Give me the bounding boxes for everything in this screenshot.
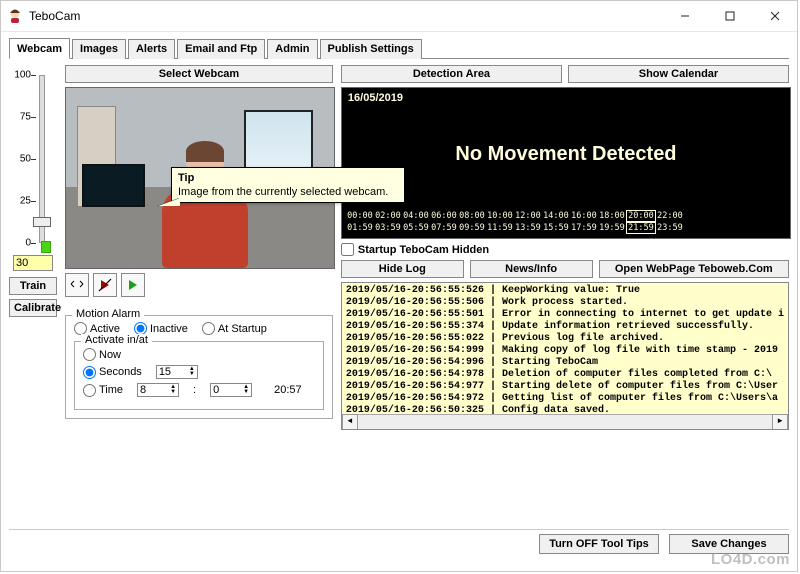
bottom-bar: Turn OFF Tool Tips Save Changes (9, 529, 789, 554)
tab-publish[interactable]: Publish Settings (320, 39, 422, 59)
tooltip: Tip Image from the currently selected we… (171, 167, 405, 203)
save-changes-button[interactable]: Save Changes (669, 534, 789, 554)
titlebar: TeboCam (1, 1, 797, 32)
slider-label-100: 100 (9, 70, 31, 81)
show-calendar-button[interactable]: Show Calendar (568, 65, 789, 83)
tooltip-title: Tip (178, 172, 398, 184)
app-icon (7, 8, 23, 24)
detection-area-button[interactable]: Detection Area (341, 65, 562, 83)
news-info-button[interactable]: News/Info (470, 260, 593, 278)
tab-webcam[interactable]: Webcam (9, 38, 70, 59)
close-button[interactable] (752, 1, 797, 31)
hide-log-button[interactable]: Hide Log (341, 260, 464, 278)
slider-label-25: 25 (9, 196, 31, 207)
tab-admin[interactable]: Admin (267, 39, 317, 59)
detection-panel[interactable]: 16/05/2019 No Movement Detected 00:0002:… (341, 87, 791, 239)
tab-alerts[interactable]: Alerts (128, 39, 175, 59)
window-title: TeboCam (29, 9, 662, 23)
log-scrollbar[interactable]: ◄ ► (342, 414, 788, 429)
time-min-spinner[interactable]: 0▲▼ (210, 383, 252, 397)
tab-email-ftp[interactable]: Email and Ftp (177, 39, 265, 59)
time-hour-spinner[interactable]: 8▲▼ (137, 383, 179, 397)
open-webpage-button[interactable]: Open WebPage Teboweb.Com (599, 260, 789, 278)
record-enabled-icon[interactable] (121, 273, 145, 297)
detection-date: 16/05/2019 (348, 92, 403, 104)
detection-message: No Movement Detected (342, 143, 790, 166)
motion-alarm-legend: Motion Alarm (72, 308, 144, 320)
expand-icon[interactable] (65, 273, 89, 297)
startup-hidden-checkbox[interactable]: Startup TeboCam Hidden (341, 243, 789, 256)
app-window: TeboCam Webcam Images Alerts Email and F… (0, 0, 798, 572)
tabs: Webcam Images Alerts Email and Ftp Admin… (9, 38, 789, 59)
threshold-slider[interactable]: 100 75 50 25 0 (9, 69, 57, 249)
radio-seconds[interactable]: Seconds (83, 366, 142, 379)
radio-now[interactable]: Now (83, 348, 121, 361)
scroll-left-icon[interactable]: ◄ (342, 414, 358, 430)
motion-alarm-group: Motion Alarm Active Inactive At Startup … (65, 315, 333, 419)
slider-thumb[interactable] (33, 217, 51, 227)
threshold-input[interactable] (13, 255, 53, 271)
record-disabled-icon[interactable] (93, 273, 117, 297)
clock-text: 20:57 (274, 384, 302, 396)
calibrate-button[interactable]: Calibrate (9, 299, 57, 317)
radio-at-startup[interactable]: At Startup (202, 322, 267, 335)
radio-time[interactable]: Time (83, 384, 123, 397)
select-webcam-button[interactable]: Select Webcam (65, 65, 333, 83)
tab-images[interactable]: Images (72, 39, 126, 59)
slider-label-50: 50 (9, 154, 31, 165)
turn-off-tooltips-button[interactable]: Turn OFF Tool Tips (539, 534, 659, 554)
log-panel[interactable]: 2019/05/16-20:56:55:526 | KeepWorking va… (341, 282, 789, 430)
train-button[interactable]: Train (9, 277, 57, 295)
activate-legend: Activate in/at (81, 334, 152, 346)
seconds-spinner[interactable]: 15▲▼ (156, 365, 198, 379)
scroll-right-icon[interactable]: ► (772, 414, 788, 430)
slider-label-0: 0 (9, 238, 31, 249)
minimize-button[interactable] (662, 1, 707, 31)
detection-timeline: 00:0002:0004:0006:0008:0010:0012:0014:00… (346, 210, 786, 234)
level-indicator (41, 241, 51, 253)
tooltip-body: Image from the currently selected webcam… (178, 186, 398, 198)
maximize-button[interactable] (707, 1, 752, 31)
window-controls (662, 1, 797, 31)
slider-label-75: 75 (9, 112, 31, 123)
